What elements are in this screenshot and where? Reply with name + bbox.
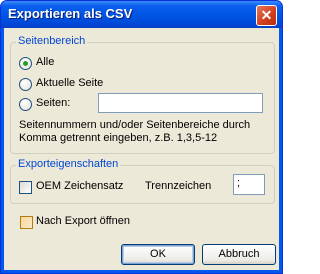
ok-button[interactable]: OK: [121, 244, 195, 265]
page-range-group: Seitenbereich Alle Aktuelle Seite Seiten…: [10, 35, 275, 154]
close-icon: ✕: [260, 7, 273, 23]
radio-current-page-label[interactable]: Aktuelle Seite: [36, 77, 103, 89]
page-range-legend: Seitenbereich: [16, 35, 88, 47]
open-after-export-checkbox[interactable]: [20, 216, 33, 229]
oem-charset-checkbox[interactable]: [19, 181, 32, 194]
pages-input[interactable]: [98, 93, 263, 113]
dialog-body: Seitenbereich Alle Aktuelle Seite Seiten…: [4, 28, 279, 270]
radio-current-page[interactable]: [19, 78, 32, 91]
export-properties-group: Exporteigenschaften OEM Zeichensatz Tren…: [10, 158, 275, 204]
cancel-button[interactable]: Abbruch: [202, 244, 276, 265]
separator-label: Trennzeichen: [145, 180, 212, 192]
separator-input[interactable]: ;: [233, 174, 265, 195]
dialog-title: Exportieren als CSV: [8, 6, 133, 21]
radio-pages[interactable]: [19, 98, 32, 111]
title-bar[interactable]: Exportieren als CSV ✕: [1, 1, 282, 28]
radio-all-label[interactable]: Alle: [36, 56, 54, 68]
close-button[interactable]: ✕: [256, 5, 277, 26]
export-csv-dialog: Exportieren als CSV ✕ Seitenbereich Alle…: [0, 0, 283, 274]
oem-charset-label[interactable]: OEM Zeichensatz: [36, 180, 123, 192]
pages-hint: Seitennummern und/oder Seitenbereiche du…: [19, 119, 251, 144]
export-properties-legend: Exporteigenschaften: [16, 158, 121, 170]
radio-pages-label[interactable]: Seiten:: [36, 97, 70, 109]
open-after-export-label[interactable]: Nach Export öffnen: [36, 215, 130, 227]
radio-all[interactable]: [19, 57, 32, 70]
